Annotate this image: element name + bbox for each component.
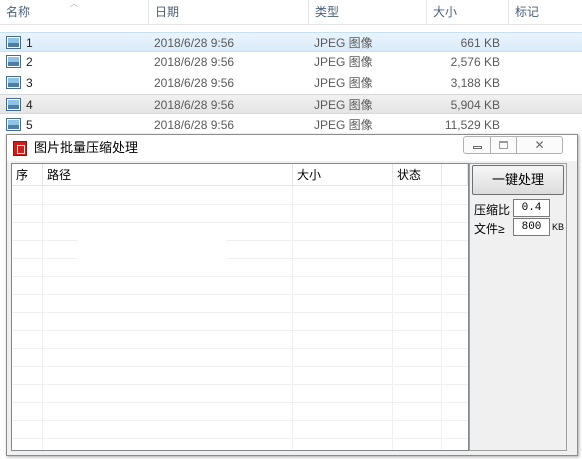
one-click-process-button[interactable]: 一键处理 (472, 165, 564, 195)
grid-line (12, 348, 468, 349)
maximize-button[interactable] (491, 136, 517, 154)
image-file-icon (6, 118, 21, 131)
minimize-button[interactable] (463, 136, 491, 154)
image-file-icon (6, 76, 21, 89)
file-name: 2 (26, 55, 33, 69)
file-date: 2018/6/28 9:56 (154, 36, 235, 50)
close-button[interactable]: ✕ (517, 136, 563, 154)
column-type[interactable]: 类型 (308, 0, 426, 25)
header-size[interactable]: 大小 (293, 164, 393, 186)
grid-line (12, 294, 468, 295)
file-size-threshold-input[interactable]: 800 (513, 218, 550, 236)
file-row[interactable]: 4 2018/6/28 9:56 JPEG 图像 5,904 KB (0, 94, 582, 114)
file-name: 3 (26, 76, 33, 90)
file-date: 2018/6/28 9:56 (154, 55, 235, 69)
grid-line (12, 384, 468, 385)
header-status[interactable]: 状态 (393, 164, 442, 186)
file-type: JPEG 图像 (314, 98, 373, 112)
file-date: 2018/6/28 9:56 (154, 98, 235, 112)
file-row[interactable]: 5 2018/6/28 9:56 JPEG 图像 11,529 KB (0, 115, 582, 135)
image-file-icon (6, 98, 21, 111)
file-row[interactable]: 2 2018/6/28 9:56 JPEG 图像 2,576 KB (0, 52, 582, 72)
file-size: 11,529 KB (444, 118, 500, 132)
file-size: 3,188 KB (450, 76, 500, 90)
column-name[interactable]: 名称 (0, 0, 148, 25)
maximize-icon (499, 141, 508, 150)
file-date: 2018/6/28 9:56 (154, 76, 235, 90)
file-name: 5 (26, 118, 33, 132)
grid-line (12, 438, 468, 439)
compression-ratio-input[interactable]: 0.4 (513, 199, 550, 217)
image-file-icon (6, 36, 21, 49)
grid-line (12, 330, 468, 331)
file-name: 4 (26, 98, 33, 112)
file-type: JPEG 图像 (314, 76, 373, 90)
file-list-table[interactable]: 序 路径 大小 状态 (11, 163, 469, 451)
grid-line (12, 204, 468, 205)
close-icon: ✕ (534, 138, 545, 152)
column-date[interactable]: 日期 (148, 0, 308, 25)
file-type: JPEG 图像 (314, 36, 373, 50)
app-icon (13, 141, 27, 156)
grid-line (392, 186, 393, 450)
column-size[interactable]: 大小 (426, 0, 508, 25)
window-title: 图片批量压缩处理 (34, 140, 139, 155)
header-filler (442, 164, 468, 186)
file-type: JPEG 图像 (314, 55, 373, 69)
file-size: 661 KB (460, 36, 500, 50)
file-row[interactable]: 1 2018/6/28 9:56 JPEG 图像 661 KB (0, 32, 582, 52)
header-index[interactable]: 序 (12, 164, 43, 186)
column-tags[interactable]: 标记 (508, 0, 582, 25)
image-file-icon (6, 55, 21, 68)
batch-compress-window: 图片批量压缩处理 ✕ 序 路径 大小 状态 一键处理 压缩比 0.4 文件≥ 8… (6, 134, 578, 456)
minimize-icon (472, 145, 482, 149)
file-type: JPEG 图像 (314, 118, 373, 132)
file-size: 5,904 KB (450, 98, 500, 112)
grid-line (42, 186, 43, 450)
compression-ratio-label: 压缩比 (474, 203, 511, 217)
explorer-column-header: ︿ 名称 日期 类型 大小 标记 (0, 0, 582, 25)
grid-line (292, 186, 293, 450)
file-size-threshold-label: 文件≥ (474, 222, 505, 236)
title-bar[interactable]: 图片批量压缩处理 ✕ (7, 135, 577, 161)
grid-line (12, 420, 468, 421)
grid-line (12, 276, 468, 277)
file-size-unit: KB (552, 222, 565, 232)
file-date: 2018/6/28 9:56 (154, 118, 235, 132)
grid-line (12, 366, 468, 367)
drag-ghost (78, 232, 226, 270)
grid-line (12, 402, 468, 403)
file-row[interactable]: 3 2018/6/28 9:56 JPEG 图像 3,188 KB (0, 73, 582, 93)
file-name: 1 (26, 36, 33, 50)
grid-line (441, 186, 442, 450)
grid-line (12, 222, 468, 223)
grid-line (12, 312, 468, 313)
header-path[interactable]: 路径 (43, 164, 293, 186)
file-size: 2,576 KB (450, 55, 500, 69)
settings-panel: 一键处理 压缩比 0.4 文件≥ 800 KB (469, 163, 567, 451)
